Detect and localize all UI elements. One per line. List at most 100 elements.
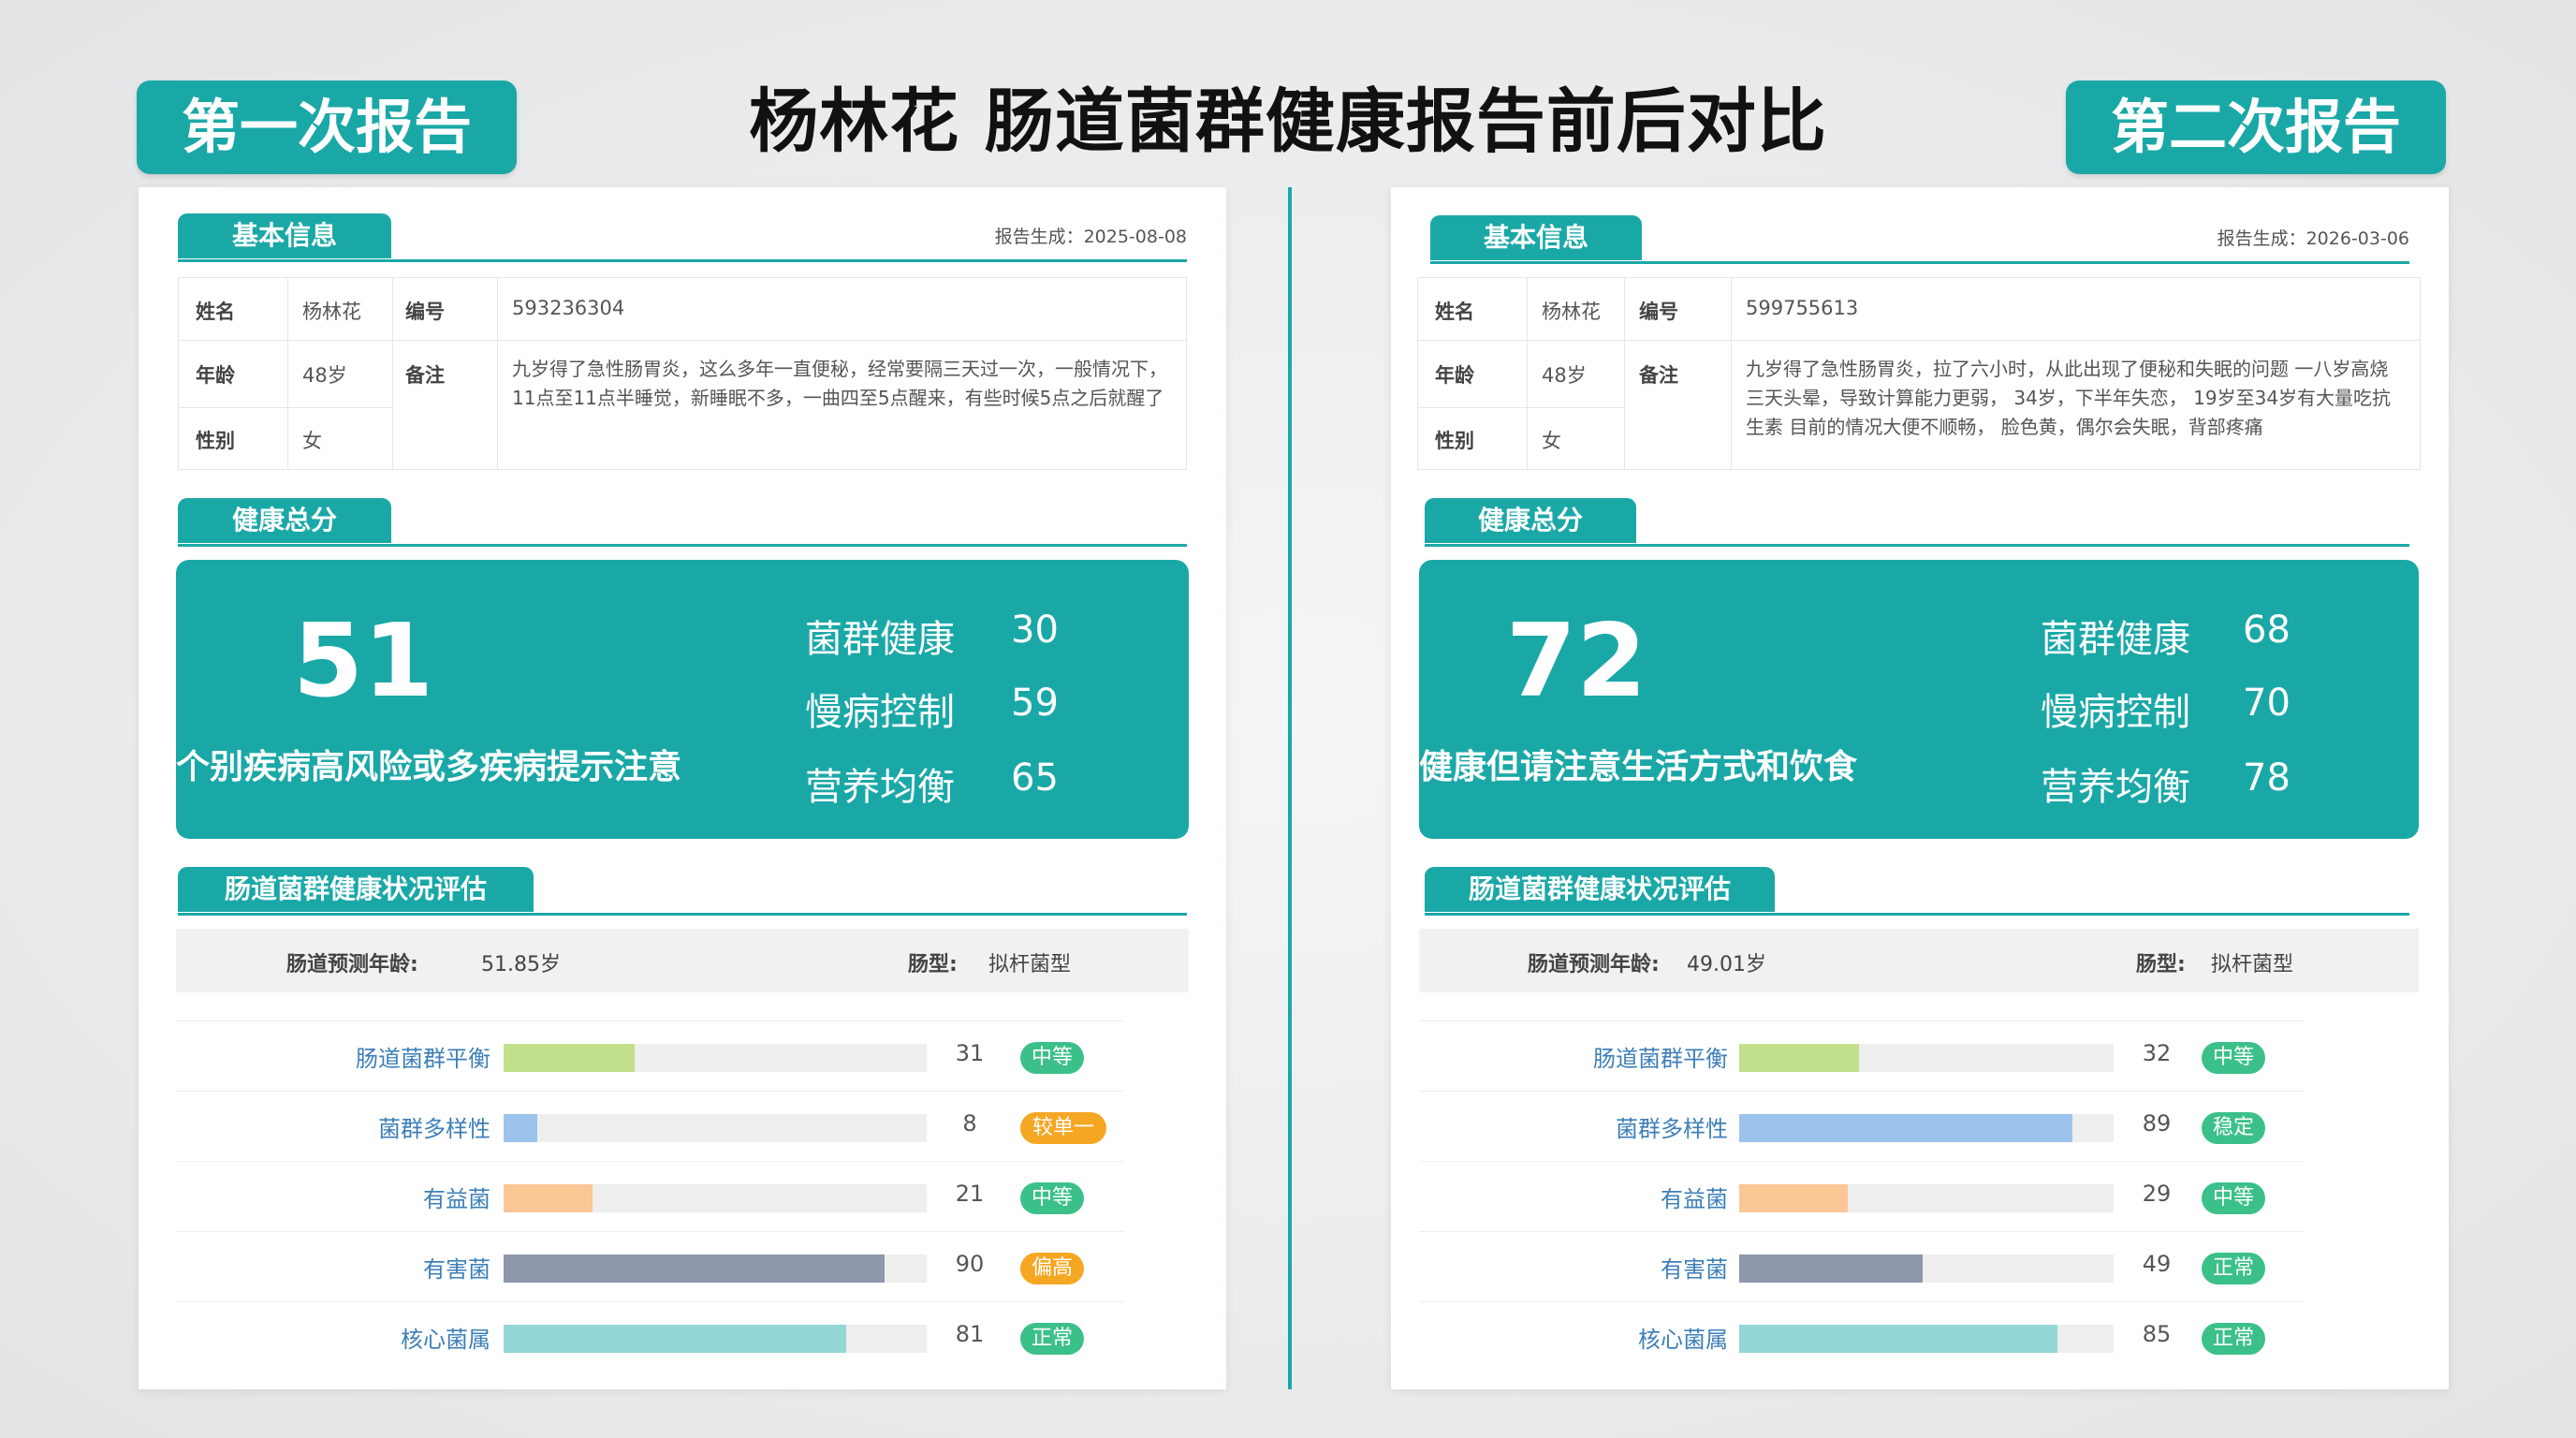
metric-bar-track xyxy=(504,1325,927,1353)
health-score-card: 51 个别疾病高风险或多疾病提示注意 菌群健康 30 慢病控制 59 营养均衡 … xyxy=(176,560,1189,839)
metric-bar-fill xyxy=(1739,1255,1923,1283)
metric-row: 肠道菌群平衡 32 中等 xyxy=(1419,1020,2305,1092)
second-report-panel: 基本信息 报告生成：2026-03-06 姓名 杨林花 编号 599755613… xyxy=(1391,187,2449,1389)
status-badge: 中等 xyxy=(2202,1042,2265,1074)
basic-info-table: 姓名 杨林花 编号 599755613 年龄 48岁 备注 九岁得了急性肠胃炎，… xyxy=(1417,277,2421,470)
note-value: 九岁得了急性肠胃炎，这么多年一直便秘，经常要隔三天过一次，一般情况下，11点至1… xyxy=(512,358,1167,409)
name-key: 姓名 xyxy=(196,301,235,323)
status-badge: 中等 xyxy=(1020,1182,1084,1214)
evaluation-title: 肠道菌群健康状况评估 xyxy=(1425,867,1775,912)
metric-bar-fill xyxy=(1739,1114,2072,1142)
name-value: 杨林花 xyxy=(302,301,361,323)
status-badge: 正常 xyxy=(2202,1253,2265,1284)
metric-name: 肠道菌群平衡 xyxy=(1593,1046,1728,1072)
section-divider xyxy=(1425,913,2409,916)
metric-bar-fill xyxy=(504,1044,636,1072)
metric-bar-track xyxy=(504,1184,927,1212)
age-key: 年龄 xyxy=(1435,364,1474,387)
metric-name: 有益菌 xyxy=(1661,1186,1728,1212)
status-badge: 较单一 xyxy=(1020,1112,1106,1144)
predicted-age-key: 肠道预测年龄: xyxy=(286,953,418,976)
metric-row: 菌群多样性 8 较单一 xyxy=(176,1091,1123,1162)
metric-bar-track xyxy=(504,1255,927,1283)
metric-bar-track xyxy=(504,1044,927,1072)
metric-value: 29 xyxy=(2142,1181,2172,1207)
gut-age-strip: 肠道预测年龄: 49.01岁 肠型: 拟杆菌型 xyxy=(1419,929,2419,992)
first-report-panel: 基本信息 报告生成：2025-08-08 姓名 杨林花 编号 593236304… xyxy=(139,187,1226,1389)
sub-score-value: 30 xyxy=(1011,609,1059,652)
id-key: 编号 xyxy=(1639,301,1678,323)
gut-age-strip: 肠道预测年龄: 51.85岁 肠型: 拟杆菌型 xyxy=(176,929,1189,992)
metric-value: 85 xyxy=(2142,1321,2172,1347)
metric-name: 肠道菌群平衡 xyxy=(356,1046,490,1072)
enterotype-value: 拟杆菌型 xyxy=(2211,953,2294,976)
sub-score-value: 65 xyxy=(1011,756,1059,800)
metric-row: 有害菌 49 正常 xyxy=(1419,1231,2305,1302)
status-badge: 正常 xyxy=(1020,1323,1084,1355)
metric-bar-fill xyxy=(504,1184,593,1212)
name-key: 姓名 xyxy=(1435,301,1474,323)
total-score: 51 xyxy=(292,603,434,720)
metric-bar-track xyxy=(1739,1044,2114,1072)
predicted-age-key: 肠道预测年龄: xyxy=(1528,953,1660,976)
basic-info-title: 基本信息 xyxy=(178,213,391,258)
age-key: 年龄 xyxy=(196,364,235,387)
metric-bar-fill xyxy=(504,1325,847,1353)
sex-key: 性别 xyxy=(196,430,235,452)
sub-score-label: 营养均衡 xyxy=(805,766,955,809)
score-description: 个别疾病高风险或多疾病提示注意 xyxy=(176,748,682,786)
metric-row: 有益菌 29 中等 xyxy=(1419,1161,2305,1232)
sub-score-label: 菌群健康 xyxy=(805,618,955,661)
status-badge: 中等 xyxy=(1020,1042,1084,1074)
metric-name: 菌群多样性 xyxy=(378,1116,490,1142)
metric-name: 核心菌属 xyxy=(1638,1327,1728,1353)
metric-bar-fill xyxy=(1739,1325,2057,1353)
metric-value: 32 xyxy=(2142,1040,2172,1066)
metric-row: 肠道菌群平衡 31 中等 xyxy=(176,1020,1123,1092)
metric-bar-fill xyxy=(504,1255,885,1283)
health-score-header: 健康总分 xyxy=(1425,498,2409,547)
id-value: 599755613 xyxy=(1746,297,1859,319)
note-key: 备注 xyxy=(405,364,445,387)
note-value: 九岁得了急性肠胃炎，拉了六小时，从此出现了便秘和失眠的问题 一八岁高烧三天头晕，… xyxy=(1746,358,2392,438)
status-badge: 偏高 xyxy=(1020,1253,1084,1284)
evaluation-header: 肠道菌群健康状况评估 xyxy=(178,867,1187,916)
sub-score-value: 70 xyxy=(2243,682,2291,725)
metric-row: 核心菌属 85 正常 xyxy=(1419,1301,2305,1372)
note-key: 备注 xyxy=(1639,364,1678,387)
sub-score-label: 慢病控制 xyxy=(805,691,955,734)
metric-value: 31 xyxy=(955,1040,985,1066)
sub-score-label: 菌群健康 xyxy=(2041,618,2190,661)
sub-score-value: 59 xyxy=(1011,682,1059,725)
metric-bar-track xyxy=(504,1114,927,1142)
metric-bar-fill xyxy=(1739,1044,1859,1072)
predicted-age-value: 49.01岁 xyxy=(1687,953,1766,976)
first-report-label: 第一次报告 xyxy=(137,81,517,174)
status-badge: 正常 xyxy=(2202,1323,2265,1355)
section-divider xyxy=(1425,544,2409,547)
section-divider xyxy=(1430,261,2409,264)
basic-info-table: 姓名 杨林花 编号 593236304 年龄 48岁 备注 九岁得了急性肠胃炎，… xyxy=(178,277,1187,470)
metric-value: 49 xyxy=(2142,1251,2172,1277)
metric-row: 核心菌属 81 正常 xyxy=(176,1301,1123,1372)
id-value: 593236304 xyxy=(512,297,625,319)
name-value: 杨林花 xyxy=(1542,301,1601,323)
metric-name: 有害菌 xyxy=(1661,1256,1728,1283)
metric-row: 有益菌 21 中等 xyxy=(176,1161,1123,1232)
status-badge: 中等 xyxy=(2202,1182,2265,1214)
health-score-header: 健康总分 xyxy=(178,498,1187,547)
center-divider xyxy=(1288,187,1292,1389)
metric-bar-track xyxy=(1739,1325,2114,1353)
age-value: 48岁 xyxy=(302,364,347,387)
metric-bar-track xyxy=(1739,1184,2114,1212)
section-divider xyxy=(178,913,1187,916)
evaluation-title: 肠道菌群健康状况评估 xyxy=(178,867,534,912)
sex-value: 女 xyxy=(302,430,322,452)
health-score-title: 健康总分 xyxy=(1425,498,1636,543)
metric-bar-track xyxy=(1739,1255,2114,1283)
age-value: 48岁 xyxy=(1542,364,1587,387)
metric-row: 有害菌 90 偏高 xyxy=(176,1231,1123,1302)
report-date: 报告生成：2026-03-06 xyxy=(2217,228,2409,249)
enterotype-key: 肠型: xyxy=(908,953,958,976)
metric-name: 菌群多样性 xyxy=(1616,1116,1728,1142)
